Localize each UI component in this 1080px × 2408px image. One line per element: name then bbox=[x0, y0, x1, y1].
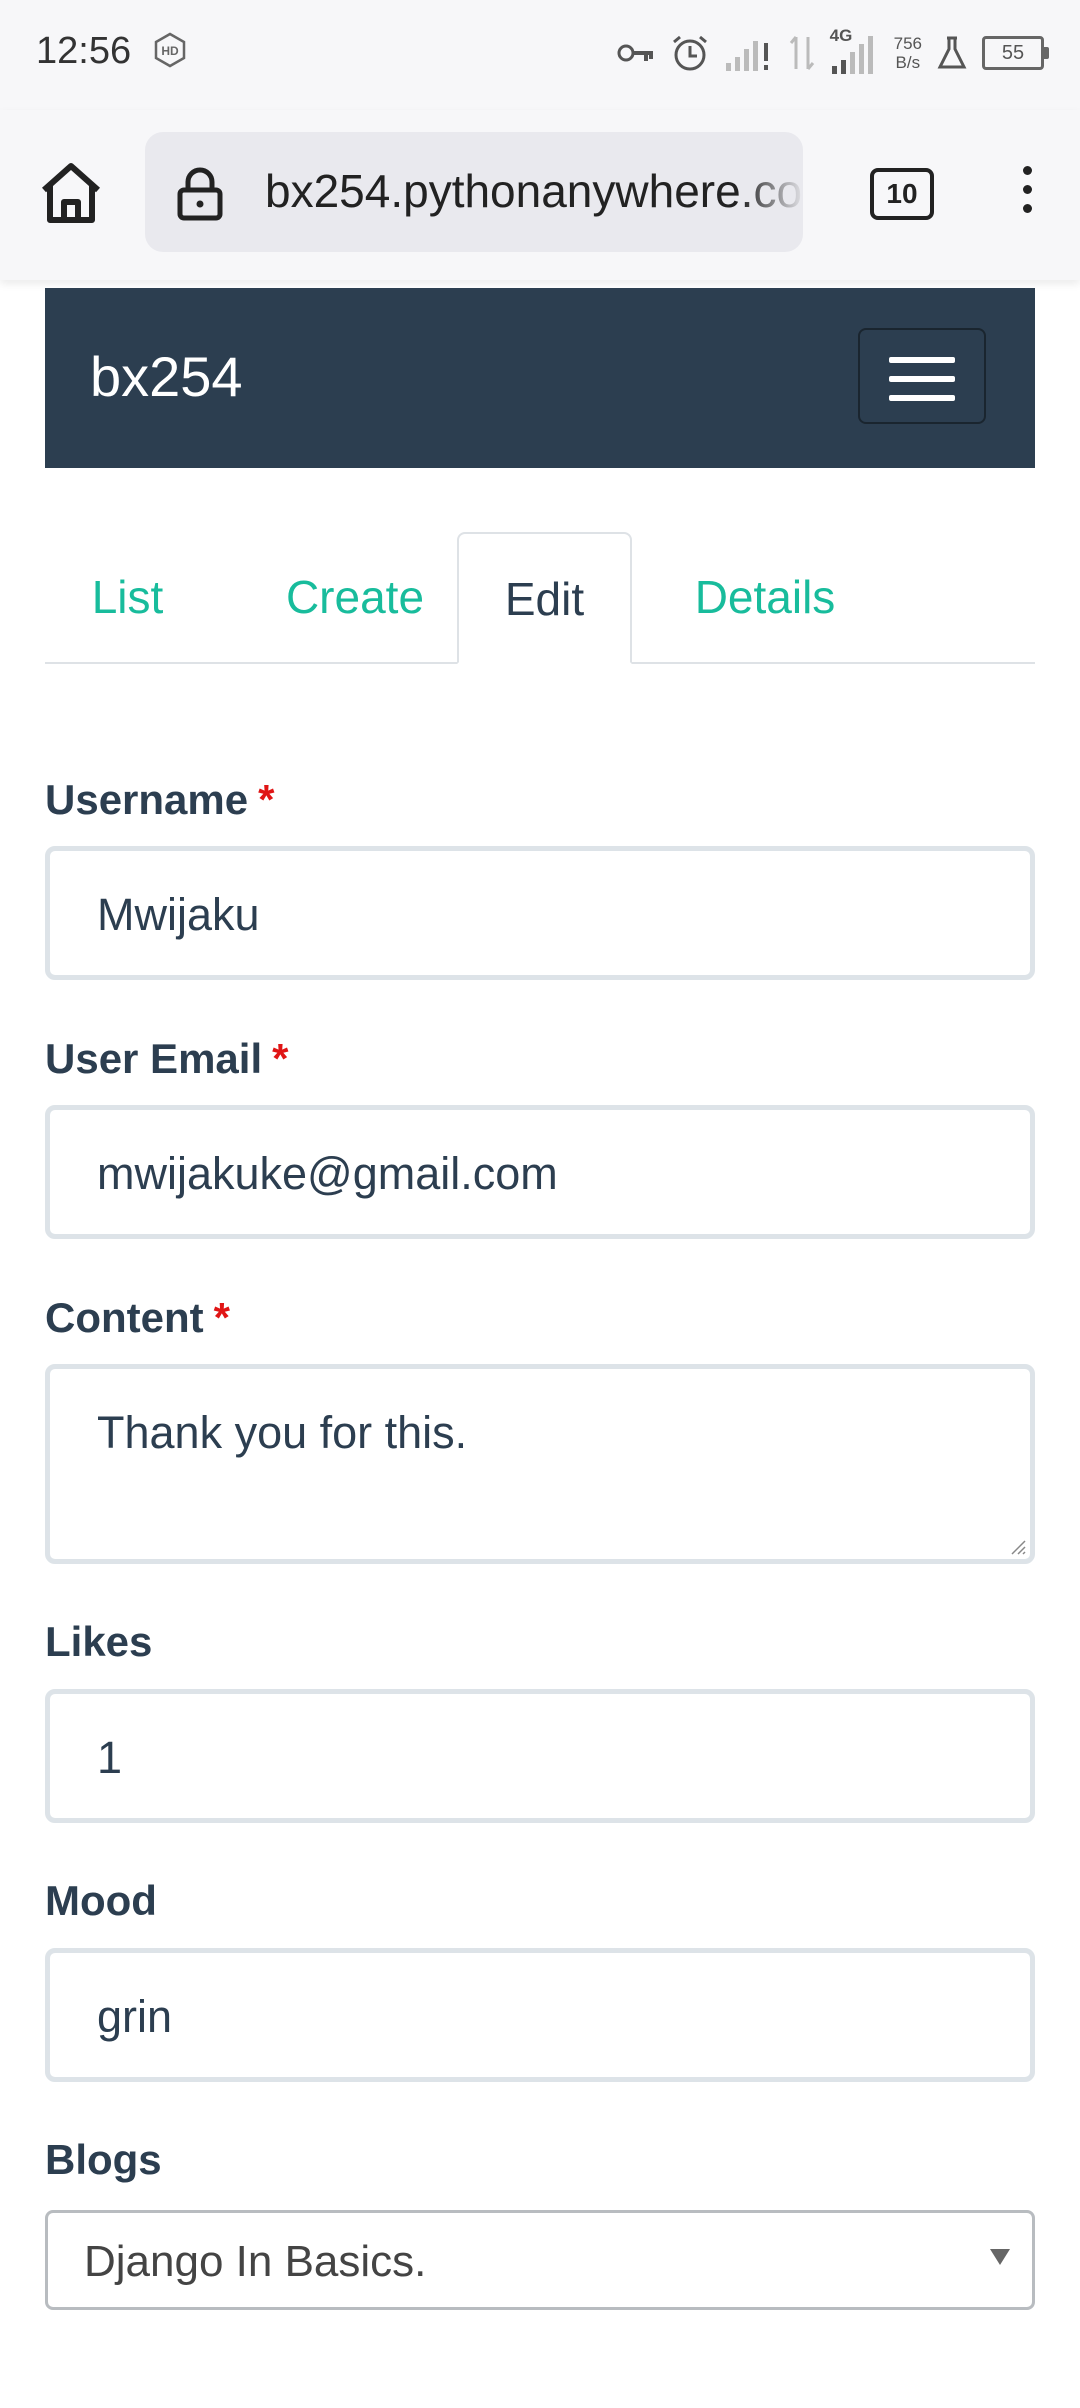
lock-icon bbox=[177, 167, 223, 221]
likes-input[interactable]: 1 bbox=[45, 1689, 1035, 1823]
hd-icon: HD bbox=[154, 32, 186, 68]
tab-count: 10 bbox=[886, 178, 918, 209]
home-icon[interactable] bbox=[36, 158, 106, 228]
data-arrows-icon bbox=[789, 36, 814, 70]
navbar-brand[interactable]: bx254 bbox=[90, 344, 243, 409]
signal-icon bbox=[725, 41, 768, 71]
more-menu-icon[interactable] bbox=[1012, 166, 1042, 226]
url-text[interactable]: bx254.pythonanywhere.com bbox=[265, 164, 803, 218]
likes-label: Likes bbox=[45, 1618, 153, 1665]
blogs-select[interactable]: Django In Basics. bbox=[45, 2210, 1035, 2310]
required-mark: * bbox=[258, 776, 275, 823]
blogs-label: Blogs bbox=[45, 2136, 162, 2183]
mood-input[interactable]: grin bbox=[45, 1948, 1035, 2082]
resize-grip-icon[interactable] bbox=[1008, 1537, 1026, 1555]
address-bar[interactable]: bx254.pythonanywhere.com bbox=[145, 132, 803, 252]
battery-icon: 55 bbox=[982, 36, 1049, 70]
svg-text:HD: HD bbox=[161, 44, 179, 58]
username-input[interactable]: Mwijaku bbox=[45, 846, 1035, 980]
tab-create[interactable]: Create bbox=[245, 532, 465, 660]
network-speed: 756 B/s bbox=[893, 34, 922, 72]
mood-label: Mood bbox=[45, 1877, 157, 1924]
email-input[interactable]: mwijakuke@gmail.com bbox=[45, 1105, 1035, 1239]
email-label: User Email * bbox=[45, 1035, 289, 1082]
required-mark: * bbox=[213, 1294, 230, 1341]
username-label: Username * bbox=[45, 776, 275, 823]
hamburger-menu-icon[interactable] bbox=[858, 328, 986, 424]
tab-list[interactable]: List bbox=[45, 532, 210, 660]
lab-flask-icon bbox=[937, 36, 967, 69]
status-time: 12:56 bbox=[36, 30, 132, 72]
browser-toolbar: bx254.pythonanywhere.com 10 bbox=[0, 110, 1080, 280]
tab-edit[interactable]: Edit bbox=[457, 532, 632, 664]
nav-tabs: List Create Edit Details bbox=[45, 532, 1035, 664]
content-textarea[interactable]: Thank you for this. bbox=[45, 1364, 1035, 1564]
status-bar: 12:56 HD 4G 756 B/s 55 bbox=[0, 0, 1080, 110]
site-navbar: bx254 bbox=[45, 288, 1035, 468]
alarm-icon bbox=[672, 35, 707, 71]
tabs-icon[interactable]: 10 bbox=[870, 168, 934, 220]
required-mark: * bbox=[272, 1035, 289, 1082]
dropdown-arrow-icon bbox=[990, 2249, 1010, 2265]
tab-details[interactable]: Details bbox=[655, 532, 875, 660]
key-icon bbox=[617, 44, 653, 62]
content-label: Content * bbox=[45, 1294, 230, 1341]
signal-4g-icon: 4G bbox=[830, 26, 880, 76]
